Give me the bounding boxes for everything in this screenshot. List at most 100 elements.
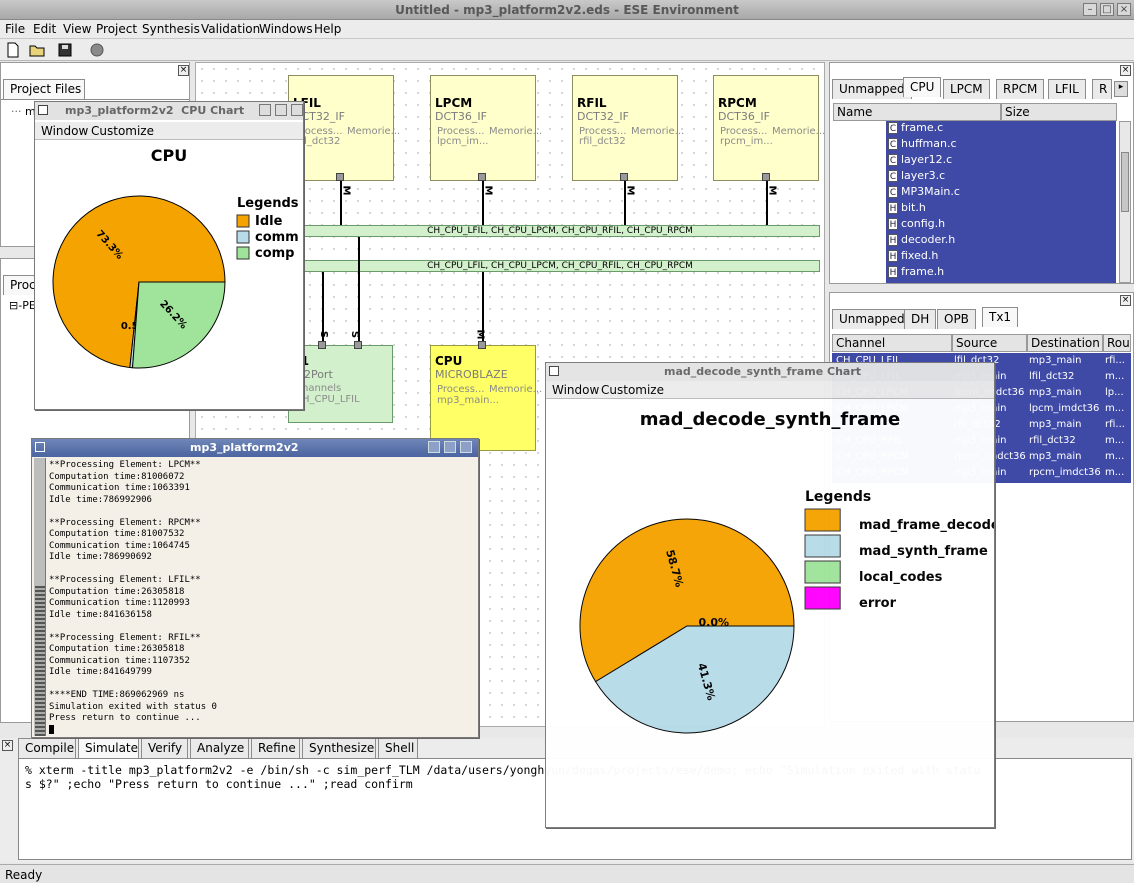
wire	[482, 181, 484, 225]
tab-shell[interactable]: Shell	[378, 738, 418, 758]
mapping-files-panel: × Unmapped CPU LPCM RPCM LFIL R ▸ Name S…	[829, 62, 1134, 284]
open-folder-icon[interactable]	[28, 41, 46, 59]
tab-r[interactable]: R	[1092, 79, 1112, 99]
menu-help[interactable]: Help	[314, 22, 341, 36]
menu-window[interactable]: Window	[41, 124, 88, 138]
close-project-panel-icon[interactable]: ×	[178, 65, 189, 76]
file-list: Cframe.c Chuffman.c Clayer12.c Clayer3.c C MP…	[886, 121, 1116, 283]
tab-lpcm[interactable]: LPCM	[943, 79, 990, 99]
tab-unmapped[interactable]: Unmapped	[832, 79, 912, 99]
pe-port[interactable]	[620, 173, 628, 181]
col-channel[interactable]: Channel	[832, 334, 952, 352]
tab-analyze[interactable]: Analyze	[190, 738, 249, 758]
minimize-icon[interactable]: –	[1083, 3, 1097, 16]
tab-dh[interactable]: DH	[904, 309, 937, 329]
xterm-output[interactable]: **Processing Element: LPCM** Computation …	[49, 460, 474, 735]
tab-cpu[interactable]: CPU	[903, 77, 942, 97]
menu-customize[interactable]: Customize	[91, 124, 154, 138]
menu-windows[interactable]: Windows	[259, 22, 313, 36]
file-list-item[interactable]: Clayer12.c	[888, 153, 952, 169]
legend-label: mad_frame_decode	[859, 518, 994, 533]
file-list-item[interactable]: Cframe.c	[888, 121, 943, 137]
channel-cell: m...	[1105, 371, 1125, 382]
new-file-icon[interactable]	[4, 41, 22, 59]
menu-edit[interactable]: Edit	[33, 22, 56, 36]
menu-file[interactable]: File	[5, 22, 25, 36]
bridge-port[interactable]	[354, 341, 362, 349]
synth-chart-titlebar[interactable]: mad_decode_synth_frame Chart	[546, 363, 994, 381]
tab-synthesize[interactable]: Synthesize	[302, 738, 376, 758]
file-list-item[interactable]: Hframe.h	[888, 265, 944, 281]
tab-verify[interactable]: Verify	[141, 738, 188, 758]
window-menu-icon[interactable]	[38, 105, 48, 115]
port-label-m: M	[482, 185, 494, 196]
menu-customize[interactable]: Customize	[601, 383, 664, 397]
cpu-chart-titlebar[interactable]: mp3_platform2v2 CPU Chart	[35, 102, 303, 120]
menu-project[interactable]: Project	[96, 22, 137, 36]
tab-scroll-right-icon[interactable]: ▸	[1114, 81, 1128, 97]
col-route[interactable]: Rou	[1103, 334, 1131, 352]
col-name[interactable]: Name	[833, 103, 1001, 121]
tab-refine[interactable]: Refine	[251, 738, 300, 758]
pe-type: DCT36_IF	[435, 110, 487, 123]
port-label-m: M	[340, 185, 352, 196]
file-list-item[interactable]: Hfixed.h	[888, 249, 938, 265]
bridge-port[interactable]	[318, 341, 326, 349]
file-name: bit.h	[901, 201, 926, 214]
file-list-item[interactable]: Clayer3.c	[888, 169, 945, 185]
pe-port[interactable]	[762, 173, 770, 181]
menu-validation[interactable]: Validation	[201, 22, 260, 36]
pe-lpcm[interactable]: LPCM DCT36_IF Process... Memorie... lpcm…	[430, 75, 542, 181]
pe-port[interactable]	[336, 173, 344, 181]
col-size[interactable]: Size	[1001, 103, 1117, 121]
col-source[interactable]: Source	[952, 334, 1027, 352]
close-icon[interactable]	[291, 104, 303, 116]
scroll-thumb[interactable]	[1121, 152, 1129, 212]
menu-window[interactable]: Window	[552, 383, 599, 397]
menu-synthesis[interactable]: Synthesis	[142, 22, 200, 36]
file-list-item[interactable]: Hdecoder.h	[888, 233, 955, 249]
minimize-icon[interactable]	[259, 104, 271, 116]
tab-project-files[interactable]: Project Files	[3, 79, 85, 99]
close-channels-panel-icon[interactable]: ×	[1120, 295, 1131, 306]
tab-rpcm[interactable]: RPCM	[996, 79, 1045, 99]
port-label-m: M	[474, 329, 486, 340]
cpu-port[interactable]	[478, 341, 486, 349]
scroll-thumb[interactable]	[35, 586, 45, 736]
tab-tx1[interactable]: Tx1	[982, 307, 1019, 327]
pe-rpcm[interactable]: RPCM DCT36_IF Process... Memorie... rpcm…	[713, 75, 825, 181]
scrollbar[interactable]	[1119, 121, 1131, 283]
bus-1[interactable]: CH_CPU_LFIL, CH_CPU_LPCM, CH_CPU_RFIL, C…	[300, 225, 820, 237]
save-icon[interactable]	[56, 41, 74, 59]
xterm-titlebar[interactable]: mp3_platform2v2	[32, 439, 478, 457]
tab-opb[interactable]: OPB	[937, 309, 976, 329]
stop-icon[interactable]	[88, 41, 106, 59]
maximize-icon[interactable]	[444, 441, 456, 453]
pe-port[interactable]	[478, 173, 486, 181]
close-output-panel-icon[interactable]: ×	[2, 740, 13, 751]
close-files-panel-icon[interactable]: ×	[1120, 65, 1131, 76]
menu-view[interactable]: View	[63, 22, 91, 36]
tab-lfil[interactable]: LFIL	[1048, 79, 1086, 99]
file-list-item[interactable]: Hbit.h	[888, 201, 926, 217]
maximize-icon[interactable]	[275, 104, 287, 116]
tab-unmapped[interactable]: Unmapped	[832, 309, 912, 329]
col-destination[interactable]: Destination	[1027, 334, 1103, 352]
file-list-item[interactable]: C MP3Main.c	[888, 185, 960, 201]
pe-rfil[interactable]: RFIL DCT32_IF Process... Memorie... rfil…	[572, 75, 684, 181]
tree-item-pe[interactable]: ⊟-PE	[9, 299, 36, 312]
close-icon[interactable]	[460, 441, 472, 453]
pe-cpu[interactable]: CPU MICROBLAZE Process... Memorie... mp3…	[430, 345, 542, 451]
tab-compile[interactable]: Compile	[18, 738, 76, 758]
minimize-icon[interactable]	[428, 441, 440, 453]
bus-2[interactable]: CH_CPU_LFIL, CH_CPU_LPCM, CH_CPU_RFIL, C…	[300, 260, 820, 272]
xterm-scrollbar[interactable]	[34, 458, 46, 736]
channel-cell: lp...	[1105, 387, 1124, 398]
close-icon[interactable]: ×	[1117, 3, 1131, 16]
window-menu-icon[interactable]	[549, 366, 559, 376]
tab-simulate[interactable]: Simulate	[78, 738, 139, 758]
file-list-item[interactable]: Chuffman.c	[888, 137, 957, 153]
file-list-item[interactable]: Hconfig.h	[888, 217, 945, 233]
maximize-icon[interactable]: □	[1100, 3, 1114, 16]
window-menu-icon[interactable]	[35, 442, 45, 452]
